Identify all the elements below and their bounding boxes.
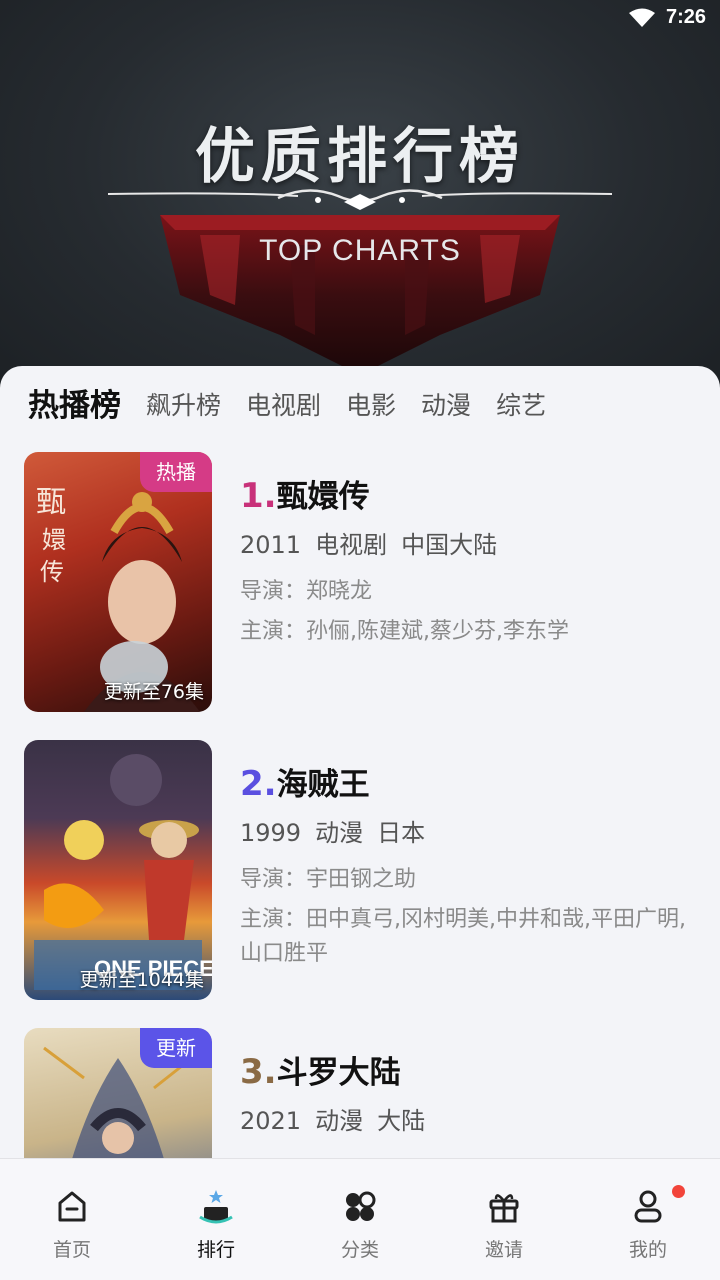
item-region: 日本: [377, 819, 426, 847]
home-icon: [58, 1191, 86, 1222]
top-charts-banner: 7:26 优质排行榜 TOP CHARTS: [0, 0, 720, 400]
tab-anime[interactable]: 动漫: [421, 388, 471, 424]
list-item[interactable]: 更新 3.斗罗大陆 2021 动漫 大陆: [24, 1028, 696, 1160]
item-type: 电视剧: [315, 531, 388, 559]
nav-label: 分类: [340, 1239, 379, 1261]
chart-tabs: 热播榜 飙升榜 电视剧 电影 动漫 综艺: [28, 384, 571, 424]
rank-number: 2.: [240, 764, 277, 804]
update-status: 更新至76集: [103, 681, 204, 703]
item-cast: 主演：田中真弓,冈村明美,中井和哉,平田广明,山口胜平: [240, 907, 686, 966]
hot-badge: 热播: [140, 452, 212, 492]
wifi-icon: [629, 8, 655, 27]
rank-number: 1.: [240, 476, 277, 516]
item-title[interactable]: 海贼王: [277, 767, 370, 803]
notification-dot: [672, 1185, 685, 1198]
item-cast: 主演：孙俪,陈建斌,蔡少芬,李东学: [240, 619, 569, 644]
item-type: 动漫: [315, 1107, 364, 1135]
rank-number: 3.: [240, 1052, 277, 1092]
item-year: 1999: [240, 819, 302, 847]
tab-rising[interactable]: 飙升榜: [146, 388, 221, 424]
poster-artwork: ONE PIECE: [34, 754, 212, 990]
bottom-navigation: 首页 排行 分类 邀请 我的: [0, 1158, 720, 1280]
tab-tv-series[interactable]: 电视剧: [246, 388, 321, 424]
item-year: 2011: [240, 531, 302, 559]
hero-title: 优质排行榜: [195, 122, 525, 192]
tab-movie[interactable]: 电影: [346, 388, 396, 424]
status-bar: 7:26: [0, 0, 720, 36]
item-director: 导演：郑晓龙: [240, 579, 373, 604]
update-badge: 更新: [140, 1028, 212, 1068]
nav-label: 我的: [628, 1239, 667, 1261]
item-title-row: 3.斗罗大陆: [240, 1050, 696, 1095]
nav-profile[interactable]: 我的: [576, 1159, 720, 1280]
list-item[interactable]: ONE PIECE 更新至1044集 2.海贼王 1999 动漫 日本 导演：宇田钢…: [24, 740, 696, 1002]
gift-icon: [489, 1194, 519, 1223]
svg-text:嬛: 嬛: [42, 526, 66, 554]
status-time: 7:26: [665, 6, 706, 28]
poster-image[interactable]: 甄 嬛 传 热播 更新至76集: [24, 452, 212, 712]
item-region: 中国大陆: [401, 531, 498, 559]
category-icon: [346, 1191, 376, 1221]
poster-image[interactable]: 更新: [24, 1028, 212, 1160]
item-director: 导演：宇田钢之助: [240, 867, 417, 892]
item-meta: 2011 电视剧 中国大陆: [240, 527, 696, 563]
list-item[interactable]: 甄 嬛 传 热播 更新至76集 1.甄嬛传 2011 电视剧 中国大陆 导演：郑晓龙…: [24, 452, 696, 714]
item-region: 大陆: [377, 1107, 426, 1135]
item-type: 动漫: [315, 819, 364, 847]
nav-invite[interactable]: 邀请: [432, 1159, 576, 1280]
svg-text:传: 传: [40, 558, 64, 586]
tab-hot[interactable]: 热播榜: [28, 388, 121, 424]
ranking-sheet: 热播榜 飙升榜 电视剧 电影 动漫 综艺 甄 嬛 传 热播 更新至76集 1.甄…: [0, 366, 720, 1160]
item-year: 2021: [240, 1107, 302, 1135]
item-title[interactable]: 斗罗大陆: [277, 1055, 401, 1091]
ranking-icon: [199, 1190, 233, 1224]
profile-icon: [634, 1190, 662, 1223]
item-title[interactable]: 甄嬛传: [277, 479, 370, 515]
hero-subtitle: TOP CHARTS: [259, 234, 461, 267]
nav-label: 首页: [52, 1239, 91, 1261]
nav-home[interactable]: 首页: [0, 1159, 144, 1280]
nav-ranking[interactable]: 排行: [144, 1159, 288, 1280]
poster-image[interactable]: ONE PIECE 更新至1044集: [24, 740, 212, 1000]
nav-category[interactable]: 分类: [288, 1159, 432, 1280]
item-meta: 2021 动漫 大陆: [240, 1103, 696, 1139]
update-status: 更新至1044集: [79, 969, 204, 991]
item-title-row: 1.甄嬛传: [240, 474, 696, 519]
tab-variety[interactable]: 综艺: [496, 388, 546, 424]
svg-text:甄: 甄: [36, 485, 66, 520]
nav-label: 排行: [196, 1239, 235, 1261]
nav-label: 邀请: [484, 1239, 523, 1261]
item-title-row: 2.海贼王: [240, 762, 696, 807]
item-meta: 1999 动漫 日本: [240, 815, 696, 851]
